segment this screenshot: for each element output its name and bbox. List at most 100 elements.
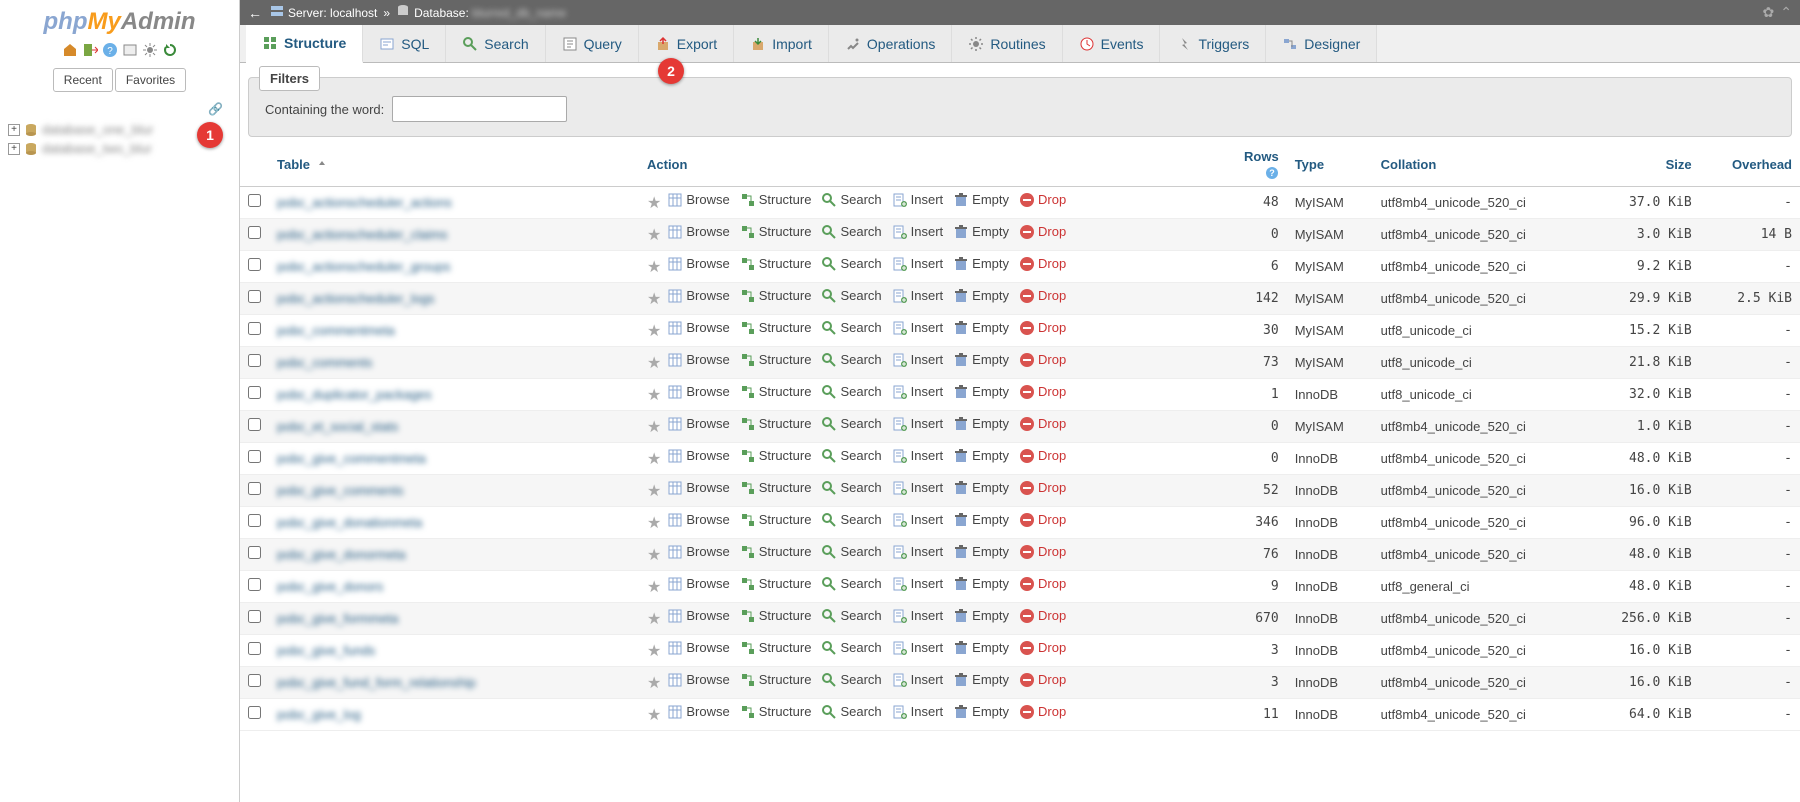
table-name-link[interactable]: pobc_give_fund_form_relationship — [277, 675, 476, 690]
settings-icon[interactable]: ✿ — [1763, 4, 1775, 21]
favorite-star-icon[interactable]: ★ — [647, 323, 661, 340]
search-action[interactable]: Search — [821, 256, 881, 272]
drop-action[interactable]: Drop — [1019, 288, 1066, 304]
structure-action[interactable]: Structure — [740, 608, 812, 624]
sql-icon[interactable] — [122, 42, 138, 58]
favorite-star-icon[interactable]: ★ — [647, 355, 661, 372]
expand-icon[interactable]: + — [8, 124, 20, 136]
tab-export[interactable]: Export — [639, 25, 734, 62]
structure-action[interactable]: Structure — [740, 384, 812, 400]
drop-action[interactable]: Drop — [1019, 512, 1066, 528]
tab-events[interactable]: Events — [1063, 25, 1161, 62]
row-checkbox[interactable] — [248, 610, 261, 623]
table-name-link[interactable]: pobc_give_donors — [277, 579, 383, 594]
insert-action[interactable]: Insert — [892, 224, 944, 240]
drop-action[interactable]: Drop — [1019, 544, 1066, 560]
insert-action[interactable]: Insert — [892, 704, 944, 720]
collapse-icon[interactable]: ⌃ — [1780, 4, 1792, 21]
structure-action[interactable]: Structure — [740, 320, 812, 336]
empty-action[interactable]: Empty — [953, 416, 1009, 432]
structure-action[interactable]: Structure — [740, 352, 812, 368]
insert-action[interactable]: Insert — [892, 640, 944, 656]
table-name-link[interactable]: pobc_give_donormeta — [277, 547, 406, 562]
search-action[interactable]: Search — [821, 224, 881, 240]
table-name-link[interactable]: pobc_give_funds — [277, 643, 375, 658]
browse-action[interactable]: Browse — [667, 672, 729, 688]
row-checkbox[interactable] — [248, 546, 261, 559]
table-name-link[interactable]: pobc_comments — [277, 355, 372, 370]
col-collation[interactable]: Collation — [1373, 143, 1586, 186]
favorite-star-icon[interactable]: ★ — [647, 611, 661, 628]
drop-action[interactable]: Drop — [1019, 352, 1066, 368]
structure-action[interactable]: Structure — [740, 224, 812, 240]
row-checkbox[interactable] — [248, 290, 261, 303]
table-name-link[interactable]: pobc_give_log — [277, 707, 361, 722]
structure-action[interactable]: Structure — [740, 256, 812, 272]
empty-action[interactable]: Empty — [953, 256, 1009, 272]
empty-action[interactable]: Empty — [953, 448, 1009, 464]
favorite-star-icon[interactable]: ★ — [647, 515, 661, 532]
structure-action[interactable]: Structure — [740, 448, 812, 464]
col-size[interactable]: Size — [1586, 143, 1700, 186]
favorite-star-icon[interactable]: ★ — [647, 707, 661, 724]
search-action[interactable]: Search — [821, 672, 881, 688]
favorite-star-icon[interactable]: ★ — [647, 419, 661, 436]
col-rows[interactable]: Rows ? — [1227, 143, 1287, 186]
empty-action[interactable]: Empty — [953, 608, 1009, 624]
structure-action[interactable]: Structure — [740, 576, 812, 592]
insert-action[interactable]: Insert — [892, 512, 944, 528]
drop-action[interactable]: Drop — [1019, 384, 1066, 400]
browse-action[interactable]: Browse — [667, 608, 729, 624]
col-table[interactable]: Table — [269, 143, 639, 186]
insert-action[interactable]: Insert — [892, 480, 944, 496]
drop-action[interactable]: Drop — [1019, 576, 1066, 592]
tab-import[interactable]: Import — [734, 25, 829, 62]
browse-action[interactable]: Browse — [667, 448, 729, 464]
table-name-link[interactable]: pobc_give_comments — [277, 483, 403, 498]
favorite-star-icon[interactable]: ★ — [647, 675, 661, 692]
table-name-link[interactable]: pobc_give_formmeta — [277, 611, 398, 626]
col-type[interactable]: Type — [1287, 143, 1373, 186]
structure-action[interactable]: Structure — [740, 672, 812, 688]
structure-action[interactable]: Structure — [740, 512, 812, 528]
favorite-star-icon[interactable]: ★ — [647, 547, 661, 564]
row-checkbox[interactable] — [248, 482, 261, 495]
table-name-link[interactable]: pobc_give_commentmeta — [277, 451, 426, 466]
drop-action[interactable]: Drop — [1019, 448, 1066, 464]
expand-icon[interactable]: + — [8, 143, 20, 155]
database-value[interactable]: blurred_db_name — [472, 6, 566, 20]
browse-action[interactable]: Browse — [667, 384, 729, 400]
search-action[interactable]: Search — [821, 608, 881, 624]
empty-action[interactable]: Empty — [953, 288, 1009, 304]
drop-action[interactable]: Drop — [1019, 224, 1066, 240]
favorite-star-icon[interactable]: ★ — [647, 259, 661, 276]
favorite-star-icon[interactable]: ★ — [647, 291, 661, 308]
browse-action[interactable]: Browse — [667, 512, 729, 528]
search-action[interactable]: Search — [821, 448, 881, 464]
tab-structure[interactable]: Structure — [246, 25, 363, 63]
drop-action[interactable]: Drop — [1019, 192, 1066, 208]
favorites-tab[interactable]: Favorites — [115, 68, 186, 92]
server-value[interactable]: localhost — [330, 6, 377, 20]
insert-action[interactable]: Insert — [892, 288, 944, 304]
browse-action[interactable]: Browse — [667, 480, 729, 496]
insert-action[interactable]: Insert — [892, 320, 944, 336]
tab-search[interactable]: Search — [446, 25, 545, 62]
search-action[interactable]: Search — [821, 352, 881, 368]
browse-action[interactable]: Browse — [667, 704, 729, 720]
table-name-link[interactable]: pobc_commentmeta — [277, 323, 395, 338]
containing-input[interactable] — [392, 96, 567, 122]
back-icon[interactable]: ← — [248, 5, 262, 21]
insert-action[interactable]: Insert — [892, 384, 944, 400]
browse-action[interactable]: Browse — [667, 544, 729, 560]
table-name-link[interactable]: pobc_actionscheduler_claims — [277, 227, 448, 242]
empty-action[interactable]: Empty — [953, 544, 1009, 560]
structure-action[interactable]: Structure — [740, 480, 812, 496]
help-icon[interactable]: ? — [102, 42, 118, 58]
drop-action[interactable]: Drop — [1019, 416, 1066, 432]
row-checkbox[interactable] — [248, 258, 261, 271]
empty-action[interactable]: Empty — [953, 512, 1009, 528]
row-checkbox[interactable] — [248, 322, 261, 335]
insert-action[interactable]: Insert — [892, 416, 944, 432]
drop-action[interactable]: Drop — [1019, 480, 1066, 496]
